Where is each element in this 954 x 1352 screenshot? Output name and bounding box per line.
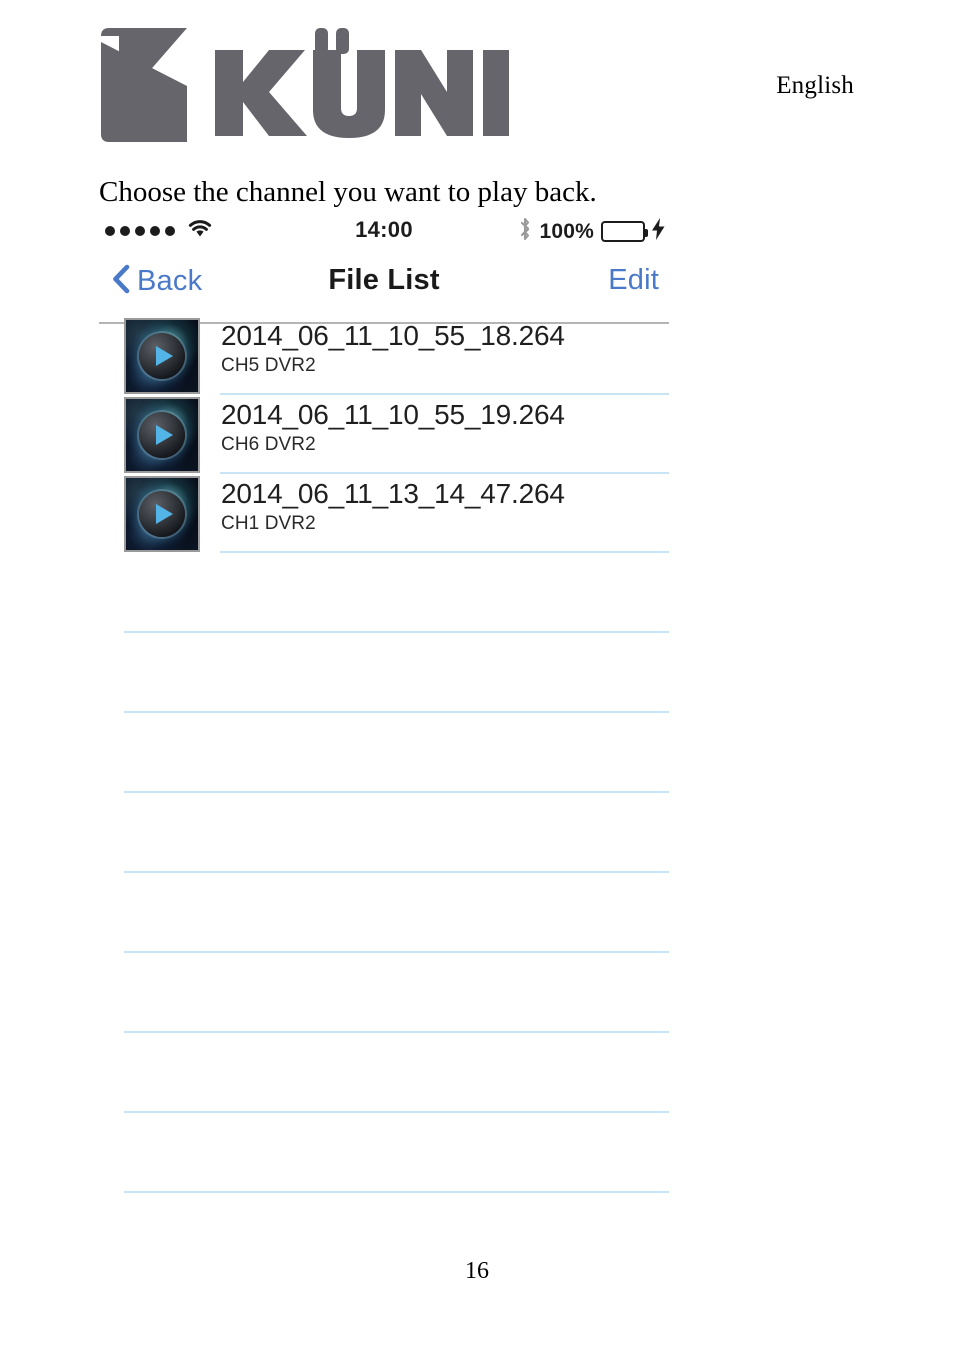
page-number: 16 xyxy=(465,1258,489,1284)
empty-list-row xyxy=(99,1033,669,1113)
file-list: 2014_06_11_10_55_18.264 CH5 DVR2 2014_06… xyxy=(99,316,669,1193)
empty-list-row xyxy=(99,633,669,713)
konig-wordmark-icon xyxy=(215,28,509,138)
battery-percent-label: 100% xyxy=(539,219,594,243)
video-play-thumbnail[interactable] xyxy=(124,476,200,552)
table-row[interactable]: 2014_06_11_13_14_47.264 CH1 DVR2 xyxy=(99,474,669,553)
navigation-bar: Back File List Edit xyxy=(99,256,669,312)
konig-logo xyxy=(99,26,517,146)
empty-list-row xyxy=(99,553,669,633)
play-triangle-icon xyxy=(156,346,173,366)
phone-screenshot: 14:00 100% Back File List Edit 2014_06_1… xyxy=(99,212,669,1212)
lightning-bolt-icon xyxy=(652,218,665,245)
file-subtitle: CH1 DVR2 xyxy=(221,513,316,535)
row-text-block: 2014_06_11_13_14_47.264 CH1 DVR2 xyxy=(221,474,565,535)
page-title: File List xyxy=(328,264,440,296)
table-row[interactable]: 2014_06_11_10_55_18.264 CH5 DVR2 xyxy=(99,316,669,395)
file-subtitle: CH5 DVR2 xyxy=(221,355,316,377)
empty-list-row xyxy=(99,953,669,1033)
empty-list-row xyxy=(99,873,669,953)
play-triangle-icon xyxy=(156,425,173,445)
row-text-block: 2014_06_11_10_55_18.264 CH5 DVR2 xyxy=(221,316,565,377)
file-subtitle: CH6 DVR2 xyxy=(221,434,316,456)
bluetooth-icon xyxy=(518,217,532,246)
empty-list-row xyxy=(99,793,669,873)
file-name: 2014_06_11_13_14_47.264 xyxy=(221,478,565,509)
row-divider xyxy=(124,1191,669,1193)
row-text-block: 2014_06_11_10_55_19.264 CH6 DVR2 xyxy=(221,395,565,456)
status-bar: 14:00 100% xyxy=(99,212,669,252)
edit-button[interactable]: Edit xyxy=(608,264,659,297)
battery-full-icon xyxy=(601,221,648,242)
instruction-text: Choose the channel you want to play back… xyxy=(99,176,597,208)
play-triangle-icon xyxy=(156,504,173,524)
table-row[interactable]: 2014_06_11_10_55_19.264 CH6 DVR2 xyxy=(99,395,669,474)
video-play-thumbnail[interactable] xyxy=(124,318,200,394)
language-label: English xyxy=(776,72,854,99)
video-play-thumbnail[interactable] xyxy=(124,397,200,473)
empty-list-row xyxy=(99,1113,669,1193)
file-name: 2014_06_11_10_55_19.264 xyxy=(221,399,565,430)
empty-list-row xyxy=(99,713,669,793)
empty-rows-container xyxy=(99,553,669,1193)
status-bar-right: 100% xyxy=(518,217,665,246)
konig-k-mark-icon xyxy=(101,28,187,142)
file-name: 2014_06_11_10_55_18.264 xyxy=(221,320,565,351)
